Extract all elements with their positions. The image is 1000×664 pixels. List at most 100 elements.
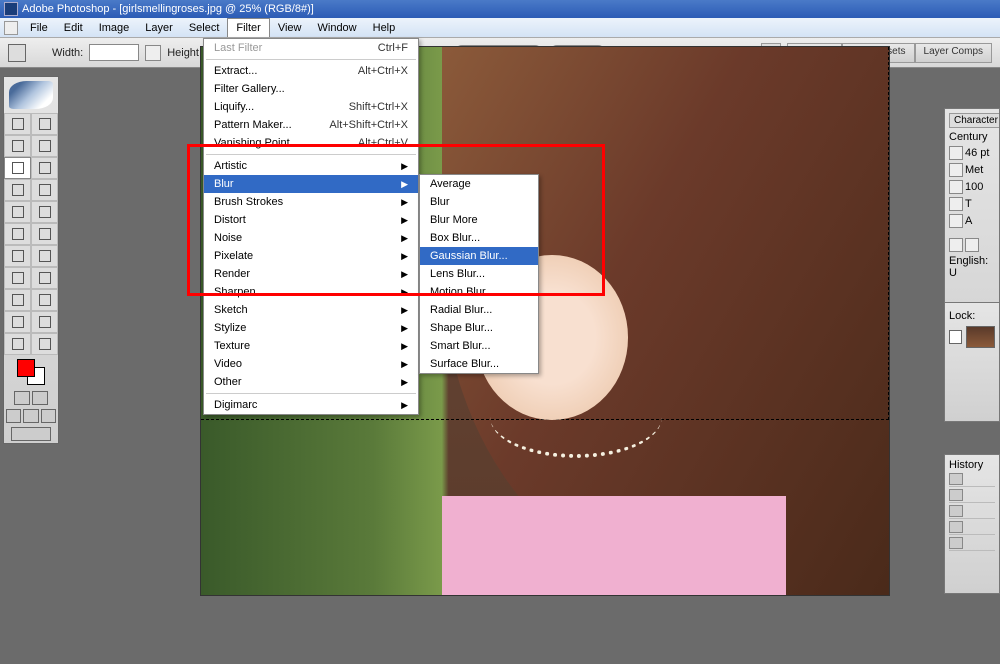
tracking-icon: [949, 180, 963, 194]
blur-box-blur[interactable]: Box Blur...: [420, 229, 538, 247]
panel-tab-layer-comps[interactable]: Layer Comps: [915, 43, 992, 63]
width-label: Width:: [52, 47, 83, 59]
filter-vanishing-point[interactable]: Vanishing Point...Alt+Ctrl+V: [204, 134, 418, 152]
filter-sketch[interactable]: Sketch▶: [204, 301, 418, 319]
italic-icon[interactable]: [965, 238, 979, 252]
filter-filter-gallery[interactable]: Filter Gallery...: [204, 80, 418, 98]
crop-tool-icon[interactable]: [8, 44, 26, 62]
font-size-value[interactable]: 46 pt: [965, 147, 989, 159]
pen-tool[interactable]: [4, 289, 31, 311]
layers-panel[interactable]: Lock:: [944, 302, 1000, 422]
menu-view[interactable]: View: [270, 19, 310, 37]
menu-edit[interactable]: Edit: [56, 19, 91, 37]
blur-gaussian-blur[interactable]: Gaussian Blur...: [420, 247, 538, 265]
filter-liquify[interactable]: Liquify...Shift+Ctrl+X: [204, 98, 418, 116]
foreground-color[interactable]: [17, 359, 35, 377]
clone-stamp-tool[interactable]: [4, 201, 31, 223]
menu-select[interactable]: Select: [181, 19, 228, 37]
font-family-field[interactable]: Century: [949, 131, 988, 143]
filter-extract[interactable]: Extract...Alt+Ctrl+X: [204, 62, 418, 80]
blur-lens-blur[interactable]: Lens Blur...: [420, 265, 538, 283]
history-brush-tool[interactable]: [31, 201, 58, 223]
bold-icon[interactable]: [949, 238, 963, 252]
history-row[interactable]: [949, 503, 995, 519]
history-row[interactable]: [949, 519, 995, 535]
zoom-tool[interactable]: [31, 333, 58, 355]
history-row[interactable]: [949, 535, 995, 551]
shape-tool[interactable]: [31, 289, 58, 311]
standard-mode-button[interactable]: [14, 391, 30, 405]
app-menu-icon[interactable]: [4, 21, 18, 35]
layer-thumbnail[interactable]: [966, 326, 995, 348]
color-swatches[interactable]: [4, 355, 58, 389]
filter-brush-strokes[interactable]: Brush Strokes▶: [204, 193, 418, 211]
eraser-tool[interactable]: [4, 223, 31, 245]
blur-motion-blur[interactable]: Motion Blur...: [420, 283, 538, 301]
visibility-eye-icon[interactable]: [949, 330, 962, 344]
menu-file[interactable]: File: [22, 19, 56, 37]
blur-shape-blur[interactable]: Shape Blur...: [420, 319, 538, 337]
screen-mode-standard[interactable]: [6, 409, 21, 423]
height-label: Height:: [167, 47, 202, 59]
gradient-tool[interactable]: [31, 223, 58, 245]
title-bar: Adobe Photoshop - [girlsmellingroses.jpg…: [0, 0, 1000, 18]
filter-artistic[interactable]: Artistic▶: [204, 157, 418, 175]
blur-tool[interactable]: [4, 245, 31, 267]
menu-image[interactable]: Image: [91, 19, 138, 37]
character-tab[interactable]: Character: [949, 113, 1000, 128]
blur-blur-more[interactable]: Blur More: [420, 211, 538, 229]
layer-row[interactable]: [949, 326, 995, 348]
blur-blur[interactable]: Blur: [420, 193, 538, 211]
healing-brush-tool[interactable]: [4, 179, 31, 201]
slice-tool[interactable]: [31, 157, 58, 179]
screen-mode-full-menu[interactable]: [23, 409, 38, 423]
tracking-value[interactable]: 100: [965, 181, 983, 193]
filter-digimarc[interactable]: Digimarc▶: [204, 396, 418, 414]
notes-tool[interactable]: [4, 311, 31, 333]
brush-tool[interactable]: [31, 179, 58, 201]
filter-sharpen[interactable]: Sharpen▶: [204, 283, 418, 301]
filter-blur[interactable]: Blur▶: [204, 175, 418, 193]
quick-mask-button[interactable]: [32, 391, 48, 405]
filter-other[interactable]: Other▶: [204, 373, 418, 391]
history-row[interactable]: [949, 471, 995, 487]
history-row[interactable]: [949, 487, 995, 503]
filter-pixelate[interactable]: Pixelate▶: [204, 247, 418, 265]
menu-bar: File Edit Image Layer Select Filter View…: [0, 18, 1000, 38]
crop-tool[interactable]: [4, 157, 31, 179]
filter-pattern-maker[interactable]: Pattern Maker...Alt+Shift+Ctrl+X: [204, 116, 418, 134]
dodge-tool[interactable]: [31, 245, 58, 267]
leading-value[interactable]: Met: [965, 164, 983, 176]
width-input[interactable]: [89, 44, 139, 61]
magic-wand-tool[interactable]: [31, 135, 58, 157]
filter-noise[interactable]: Noise▶: [204, 229, 418, 247]
blur-radial-blur[interactable]: Radial Blur...: [420, 301, 538, 319]
language-select[interactable]: English: U: [949, 255, 995, 279]
filter-stylize[interactable]: Stylize▶: [204, 319, 418, 337]
eyedropper-tool[interactable]: [31, 311, 58, 333]
blur-average[interactable]: Average: [420, 175, 538, 193]
menu-help[interactable]: Help: [365, 19, 404, 37]
type-tool[interactable]: [31, 267, 58, 289]
filter-render[interactable]: Render▶: [204, 265, 418, 283]
path-selection-tool[interactable]: [4, 267, 31, 289]
menu-window[interactable]: Window: [310, 19, 365, 37]
move-tool[interactable]: [31, 113, 58, 135]
menu-filter[interactable]: Filter: [227, 18, 269, 37]
hand-tool[interactable]: [4, 333, 31, 355]
history-panel[interactable]: History: [944, 454, 1000, 594]
history-tab[interactable]: History: [949, 459, 983, 471]
marquee-tool[interactable]: [4, 113, 31, 135]
menu-layer[interactable]: Layer: [137, 19, 181, 37]
screen-mode-full[interactable]: [41, 409, 56, 423]
blur-smart-blur[interactable]: Smart Blur...: [420, 337, 538, 355]
filter-texture[interactable]: Texture▶: [204, 337, 418, 355]
blur-surface-blur[interactable]: Surface Blur...: [420, 355, 538, 373]
filter-distort[interactable]: Distort▶: [204, 211, 418, 229]
leading-icon: [949, 163, 963, 177]
toolbox: [3, 76, 59, 444]
lasso-tool[interactable]: [4, 135, 31, 157]
filter-video[interactable]: Video▶: [204, 355, 418, 373]
imageready-button[interactable]: [11, 427, 51, 441]
swap-dimensions-icon[interactable]: [145, 45, 161, 61]
